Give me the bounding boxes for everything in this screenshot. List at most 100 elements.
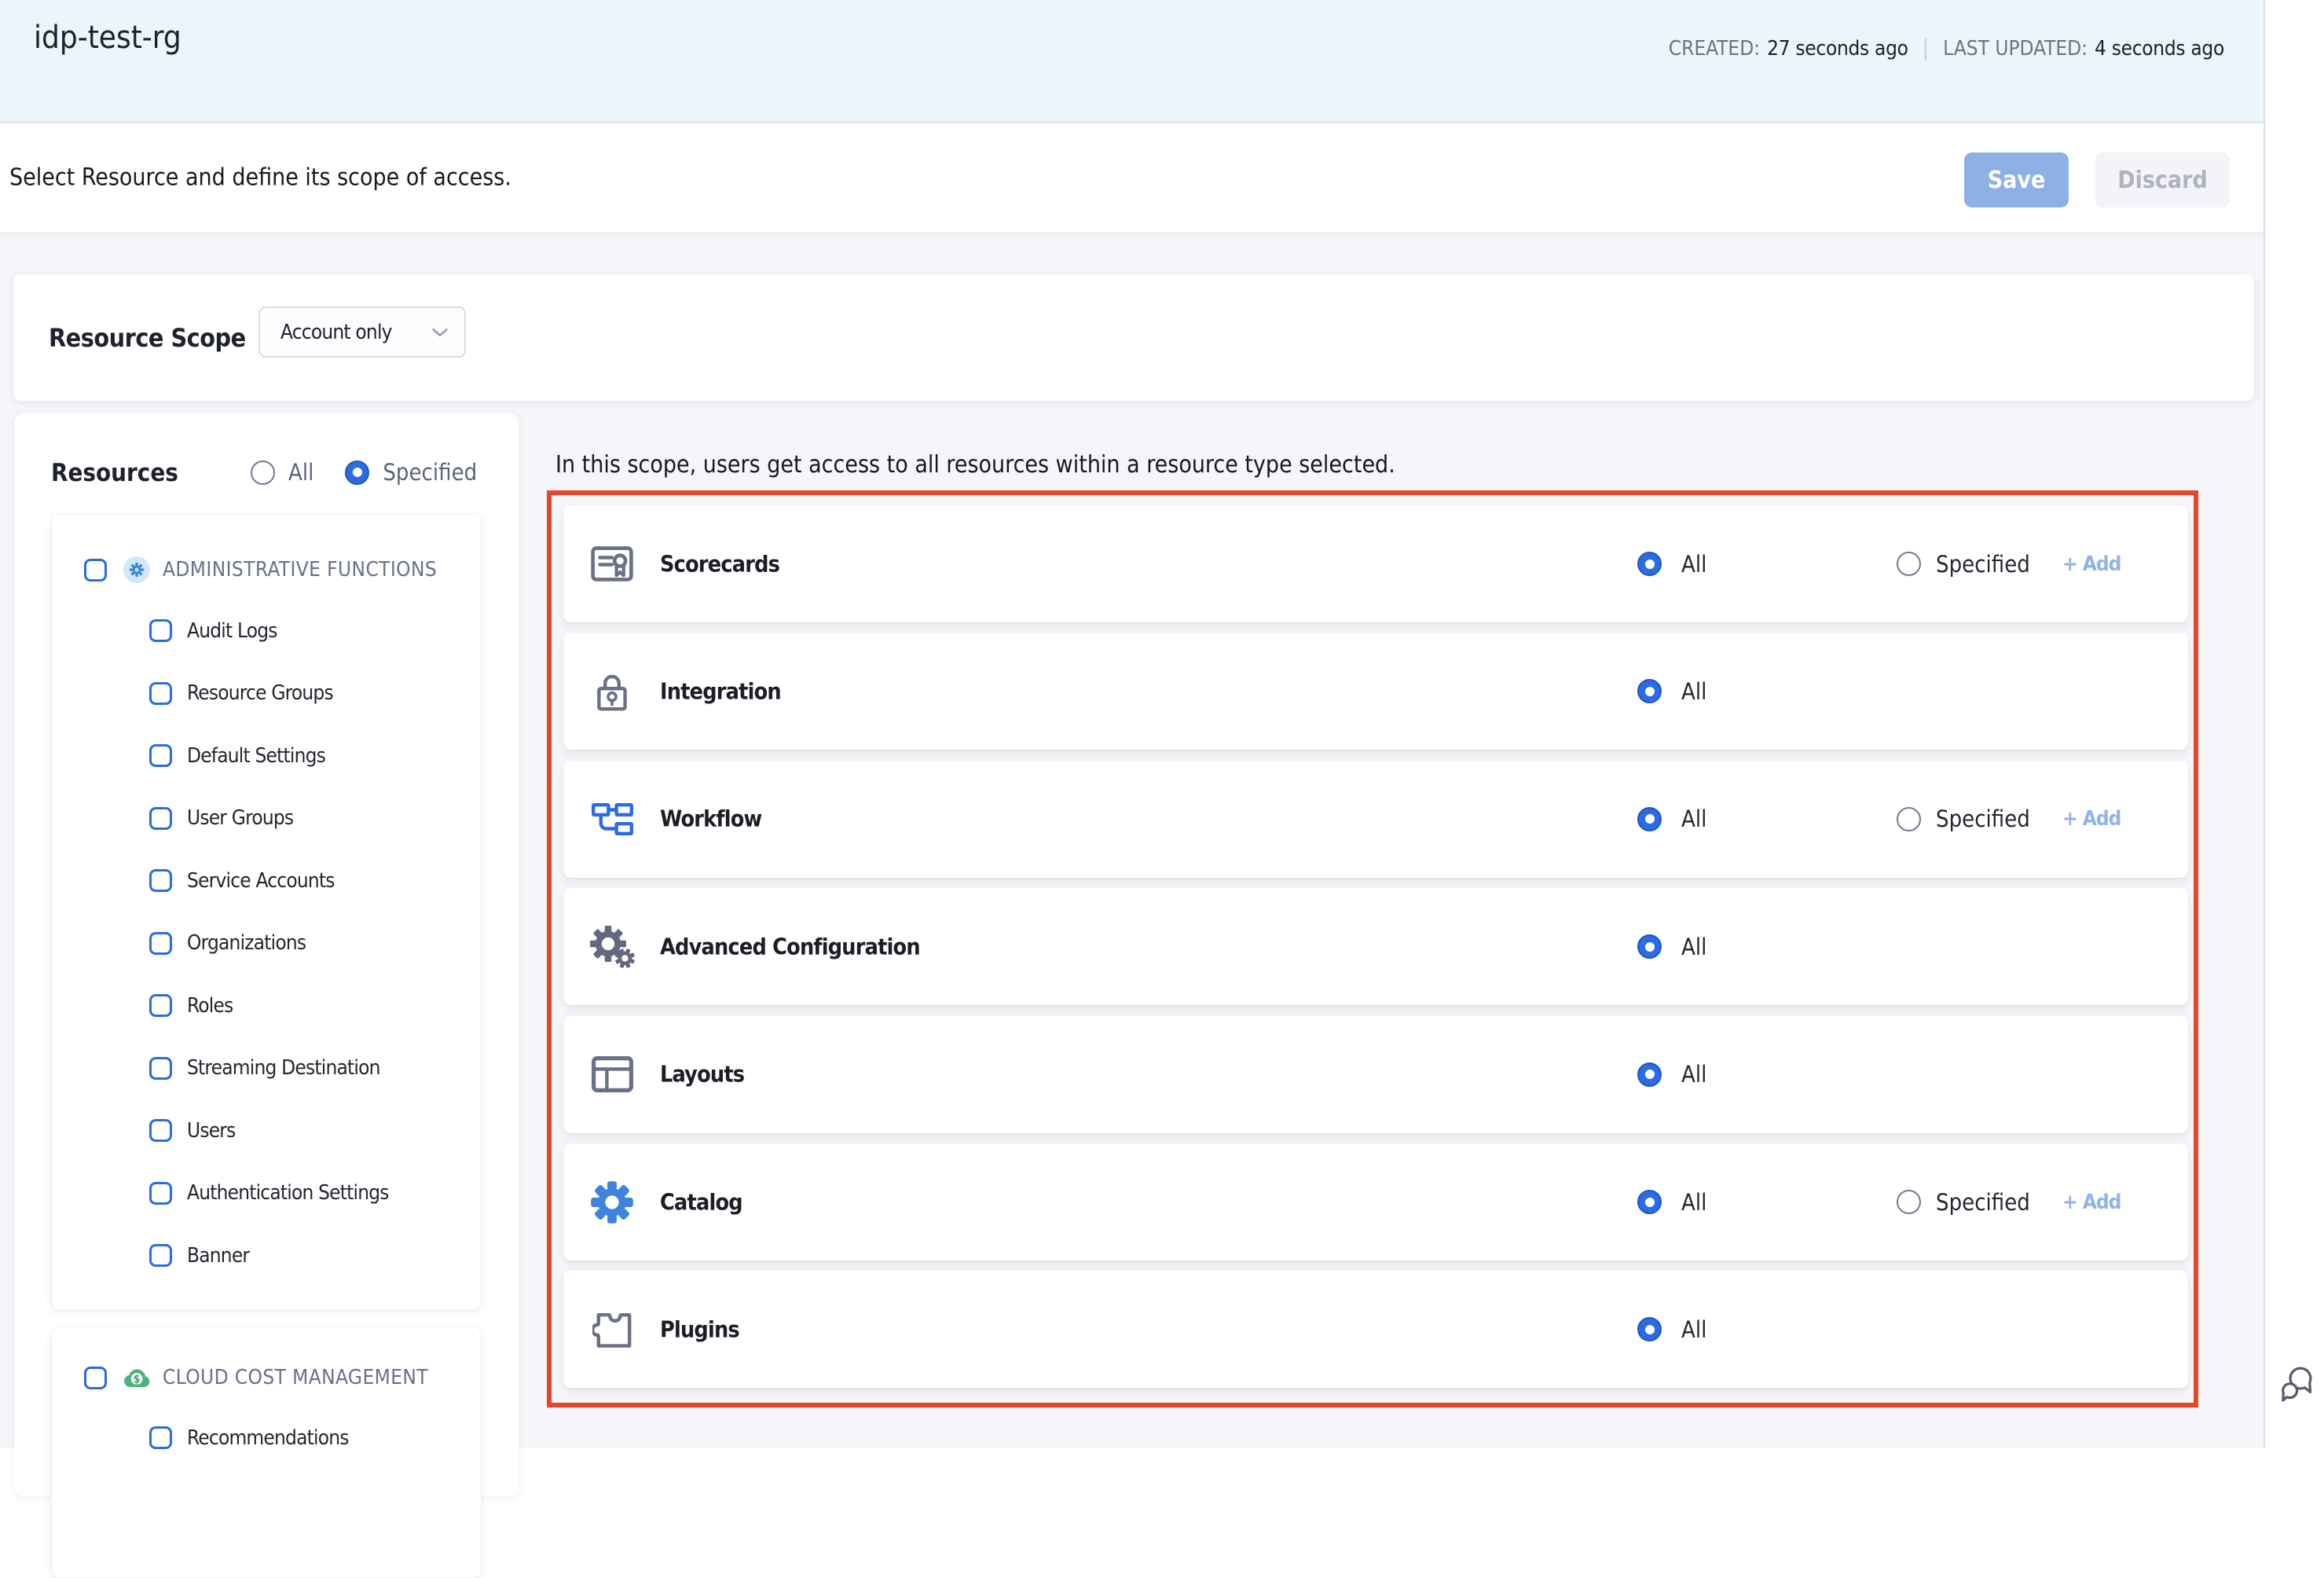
resource-type-row-catalog: CatalogAllSpecified+ Add <box>563 1143 2188 1261</box>
group-name: CLOUD COST MANAGEMENT <box>163 1366 428 1389</box>
resource-item-label: Default Settings <box>187 744 325 768</box>
radio-specified[interactable] <box>1897 807 1921 831</box>
radio-specified[interactable] <box>1897 1190 1921 1214</box>
item-checkbox[interactable] <box>149 994 172 1017</box>
specified-option-label: Specified <box>1936 551 2030 578</box>
all-option-label: All <box>1681 551 1706 578</box>
add-link[interactable]: + Add <box>2062 552 2121 576</box>
layout-icon <box>592 1056 633 1092</box>
created-value: 27 seconds ago <box>1767 37 1908 61</box>
resource-item-banner[interactable]: Banner <box>52 1224 481 1287</box>
resource-type-label: Layouts <box>660 1062 744 1088</box>
resource-item-user-groups[interactable]: User Groups <box>52 787 481 850</box>
resource-scope-value: Account only <box>280 321 392 344</box>
resource-type-row-plugins: PluginsAll <box>563 1271 2188 1388</box>
resource-item-resource-groups[interactable]: Resource Groups <box>52 662 481 725</box>
cloud-dollar-icon: $ <box>123 1364 150 1391</box>
puzzle-icon <box>592 1311 632 1349</box>
resource-type-label: Catalog <box>660 1189 742 1215</box>
meta-info: CREATED:27 seconds ago|LAST UPDATED:4 se… <box>1669 35 2224 61</box>
item-checkbox[interactable] <box>149 1182 172 1205</box>
item-checkbox[interactable] <box>149 1057 172 1080</box>
item-checkbox[interactable] <box>149 869 172 892</box>
radio-specified[interactable] <box>345 461 369 485</box>
resource-type-label: Plugins <box>660 1316 739 1342</box>
item-checkbox[interactable] <box>149 807 172 830</box>
resource-item-users[interactable]: Users <box>52 1099 481 1162</box>
main-content: idp-test-rg CREATED:27 seconds ago|LAST … <box>0 0 2265 1448</box>
radio-all[interactable] <box>251 461 275 485</box>
resource-item-label: Roles <box>187 994 233 1018</box>
resource-item-label: Resource Groups <box>187 681 333 705</box>
radio-specified[interactable] <box>1897 552 1921 576</box>
group-checkbox[interactable] <box>84 559 107 582</box>
item-checkbox[interactable] <box>149 1426 172 1449</box>
certificate-icon <box>591 546 633 582</box>
radio-all[interactable] <box>1637 1190 1662 1214</box>
resource-item-streaming-destination[interactable]: Streaming Destination <box>52 1037 481 1100</box>
resources-mode-specified[interactable]: Specified <box>345 459 477 486</box>
save-button[interactable]: Save <box>1964 152 2069 207</box>
resource-type-row-advanced-configuration: Advanced ConfigurationAll <box>563 888 2188 1005</box>
radio-all[interactable] <box>1637 679 1662 703</box>
created-label: CREATED: <box>1669 37 1760 61</box>
resource-item-recommendations[interactable]: Recommendations <box>52 1407 481 1470</box>
gear-solid-icon <box>591 1181 633 1224</box>
resource-type-label: Scorecards <box>660 551 779 577</box>
resource-item-label: Authentication Settings <box>187 1181 389 1205</box>
add-link[interactable]: + Add <box>2062 807 2121 831</box>
radio-all[interactable] <box>1637 1317 1662 1341</box>
resources-mode-all[interactable]: All <box>251 459 313 486</box>
resource-item-label: Users <box>187 1119 236 1143</box>
resource-item-label: Recommendations <box>187 1426 349 1450</box>
page-header: idp-test-rg CREATED:27 seconds ago|LAST … <box>0 0 2264 123</box>
specified-option-label: Specified <box>1936 806 2030 832</box>
resource-item-label: Banner <box>187 1244 249 1268</box>
resource-scope-label: Resource Scope <box>49 323 246 353</box>
radio-all[interactable] <box>1637 552 1662 576</box>
item-checkbox[interactable] <box>149 1119 172 1142</box>
resources-mode-label: Specified <box>383 459 477 486</box>
radio-all[interactable] <box>1637 807 1662 831</box>
all-option-label: All <box>1681 1061 1706 1088</box>
resource-item-audit-logs[interactable]: Audit Logs <box>52 600 481 662</box>
resource-item-organizations[interactable]: Organizations <box>52 912 481 975</box>
chat-bubbles-icon[interactable] <box>2280 1366 2315 1402</box>
resource-item-service-accounts[interactable]: Service Accounts <box>52 850 481 912</box>
item-checkbox[interactable] <box>149 619 172 642</box>
lock-icon <box>597 672 627 711</box>
page-title: idp-test-rg <box>34 20 181 56</box>
all-option-label: All <box>1681 934 1706 960</box>
resource-item-label: Streaming Destination <box>187 1056 380 1080</box>
radio-all[interactable] <box>1637 934 1662 959</box>
all-option-label: All <box>1681 1189 1706 1216</box>
add-link[interactable]: + Add <box>2062 1191 2121 1214</box>
resource-item-default-settings[interactable]: Default Settings <box>52 725 481 787</box>
resource-item-roles[interactable]: Roles <box>52 974 481 1037</box>
resource-type-row-integration: IntegrationAll <box>563 633 2188 750</box>
group-checkbox[interactable] <box>84 1367 107 1389</box>
radio-all[interactable] <box>1637 1062 1662 1087</box>
all-option-label: All <box>1681 806 1706 832</box>
item-checkbox[interactable] <box>149 744 172 767</box>
action-bar: Select Resource and define its scope of … <box>0 123 2264 233</box>
scope-description: In this scope, users get access to all r… <box>555 451 1395 479</box>
discard-button[interactable]: Discard <box>2095 152 2230 207</box>
workflow-icon <box>592 803 633 835</box>
item-checkbox[interactable] <box>149 1244 172 1267</box>
resource-item-label: User Groups <box>187 806 293 830</box>
resources-mode-group: All Specified <box>251 459 477 486</box>
gears-icon <box>590 926 635 968</box>
all-option-label: All <box>1681 678 1706 705</box>
group-header: ADMINISTRATIVE FUNCTIONS <box>52 554 481 585</box>
resource-type-row-workflow: WorkflowAllSpecified+ Add <box>563 761 2188 878</box>
resource-type-row-layouts: Layouts All <box>563 1016 2188 1133</box>
resource-scope-select[interactable]: Account only <box>258 306 466 358</box>
item-checkbox[interactable] <box>149 932 172 955</box>
item-checkbox[interactable] <box>149 682 172 705</box>
resource-group-card: ADMINISTRATIVE FUNCTIONS Audit Logs Resour… <box>51 514 482 1310</box>
resource-item-authentication-settings[interactable]: Authentication Settings <box>52 1162 481 1225</box>
group-name: ADMINISTRATIVE FUNCTIONS <box>163 558 437 582</box>
svg-text:$: $ <box>134 1373 141 1385</box>
instruction-text: Select Resource and define its scope of … <box>9 164 511 192</box>
